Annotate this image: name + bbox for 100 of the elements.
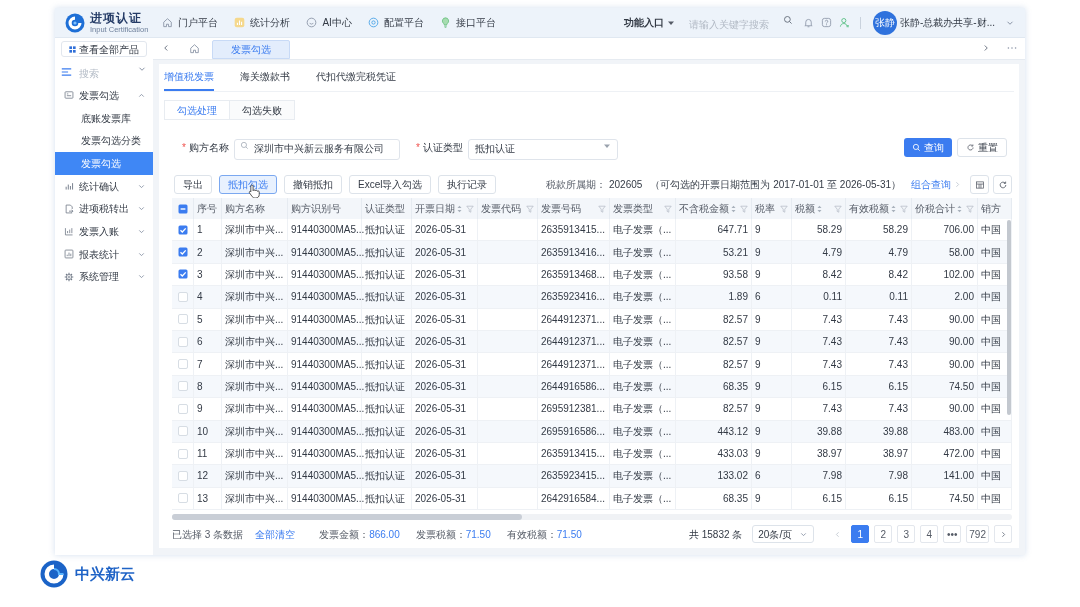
total-value: 866.00 xyxy=(369,527,400,542)
sidebar-subitem[interactable]: 发票勾选分类 xyxy=(55,129,153,153)
next-page-button[interactable] xyxy=(994,525,1012,544)
user-icon[interactable] xyxy=(839,17,850,28)
table-cell-text: 91440300MA5... xyxy=(291,312,365,327)
vertical-scrollbar[interactable] xyxy=(1007,220,1011,415)
sidebar-item[interactable]: 报表统计 xyxy=(55,242,153,266)
row-checkbox[interactable] xyxy=(177,359,188,370)
row-checkbox[interactable] xyxy=(177,224,188,235)
home-icon[interactable] xyxy=(189,43,200,54)
refresh-button[interactable] xyxy=(993,175,1012,194)
page-tab[interactable]: 发票勾选 xyxy=(212,40,290,59)
row-checkbox[interactable] xyxy=(177,291,188,302)
table-cell-text: 141.00 xyxy=(943,469,974,484)
page-button[interactable]: 1 xyxy=(851,525,870,544)
table-cell-text: 2026-05-31 xyxy=(415,447,467,462)
row-checkbox[interactable] xyxy=(177,471,188,481)
page-size-select[interactable]: 20条/页 xyxy=(752,525,815,544)
page-button[interactable]: 3 xyxy=(897,525,916,544)
sort-icon[interactable] xyxy=(957,204,962,213)
filter-icon[interactable] xyxy=(664,204,672,213)
column-header: 税额 xyxy=(795,202,815,216)
period-label: 税款所属期： xyxy=(546,178,606,192)
nav-item[interactable]: 门户平台 xyxy=(162,15,219,30)
dropdown-field[interactable]: 抵扣认证 xyxy=(468,138,618,160)
toolbar-button[interactable]: 执行记录 xyxy=(438,175,497,194)
reset-button[interactable]: 重置 xyxy=(957,138,1007,157)
nav-item[interactable]: 统计分析 xyxy=(234,15,291,30)
sidebar-item[interactable]: 发票入账 xyxy=(55,220,153,243)
all-products-button[interactable]: 查看全部产品 xyxy=(61,41,147,57)
row-checkbox[interactable] xyxy=(177,448,188,459)
nav-item[interactable]: 接口平台 xyxy=(439,15,496,30)
table-cell-text: 7 xyxy=(197,357,203,372)
category-tab[interactable]: 增值税发票 xyxy=(164,69,214,91)
search-icon[interactable] xyxy=(783,14,793,25)
toolbar-button[interactable]: 撤销抵扣 xyxy=(284,175,342,194)
toolbar-button[interactable]: 导出 xyxy=(174,175,212,194)
filter-icon[interactable] xyxy=(466,204,474,213)
sort-icon[interactable] xyxy=(817,204,822,213)
row-checkbox[interactable] xyxy=(177,426,188,437)
filter-icon[interactable] xyxy=(598,204,606,213)
table-cell-text: 7.43 xyxy=(888,312,908,327)
query-button[interactable]: 查询 xyxy=(904,138,952,157)
filter-icon[interactable] xyxy=(780,204,788,213)
combo-query-link[interactable]: 组合查询 xyxy=(911,177,962,192)
horizontal-scrollbar[interactable] xyxy=(172,514,522,521)
sub-tab[interactable]: 勾选处理 xyxy=(164,100,230,120)
sort-icon[interactable] xyxy=(731,204,736,213)
page-button[interactable]: 4 xyxy=(920,525,939,544)
column-settings-button[interactable] xyxy=(970,175,989,194)
filter-icon[interactable] xyxy=(900,204,908,213)
row-checkbox[interactable] xyxy=(177,247,188,258)
table-cell-text: 6.15 xyxy=(822,379,842,394)
select-all-checkbox[interactable] xyxy=(177,203,188,214)
input-field[interactable]: 深圳市中兴新云服务有限公司 xyxy=(234,138,400,160)
row-checkbox[interactable] xyxy=(177,381,188,392)
table-cell-text: 中国 xyxy=(981,447,1001,462)
table-cell-text: 2026-05-31 xyxy=(415,402,467,417)
row-checkbox[interactable] xyxy=(177,336,188,347)
filter-icon[interactable] xyxy=(526,204,534,213)
bell-icon[interactable] xyxy=(803,17,814,28)
filter-icon[interactable] xyxy=(966,204,974,213)
feature-entry-dropdown[interactable]: 功能入口 xyxy=(624,15,675,30)
row-checkbox[interactable] xyxy=(177,314,188,325)
table-cell-text: 58.29 xyxy=(882,223,908,238)
row-checkbox[interactable] xyxy=(177,269,188,280)
page-button[interactable]: 2 xyxy=(874,525,893,544)
row-checkbox[interactable] xyxy=(177,493,188,504)
row-checkbox[interactable] xyxy=(177,403,188,414)
filter-icon[interactable] xyxy=(740,204,748,213)
sidebar-item[interactable]: 进项税转出 xyxy=(55,197,153,221)
sidebar-subitem[interactable]: 底账发票库 xyxy=(55,106,153,130)
page-button[interactable]: 792 xyxy=(966,525,989,544)
nav-item[interactable]: 配置平台 xyxy=(367,15,424,30)
menu-icon[interactable] xyxy=(61,67,72,77)
sidebar-search-field[interactable]: 搜索 xyxy=(77,64,147,83)
sidebar-item[interactable]: 统计确认 xyxy=(55,174,153,198)
more-icon[interactable] xyxy=(1007,46,1017,50)
category-tab[interactable]: 代扣代缴完税凭证 xyxy=(316,69,396,91)
filter-icon[interactable] xyxy=(834,204,842,213)
table-cell-text: 7.43 xyxy=(822,402,842,417)
sidebar-item[interactable]: 系统管理 xyxy=(55,265,153,289)
nav-item[interactable]: AI中心 xyxy=(306,15,352,30)
period-note: （可勾选的开票日期范围为 2017-01-01 至 2026-05-31） xyxy=(650,178,901,192)
sort-icon[interactable] xyxy=(457,204,462,213)
table-cell-text: 2635923416... xyxy=(541,290,605,305)
clear-all-link[interactable]: 全部清空 xyxy=(255,526,296,542)
required-mark: * xyxy=(182,141,186,155)
required-mark: * xyxy=(416,141,420,155)
category-tab[interactable]: 海关缴款书 xyxy=(240,69,290,91)
table-cell-text: 6.15 xyxy=(888,491,908,506)
sub-tab[interactable]: 勾选失败 xyxy=(229,100,295,120)
table-cell-text: 7.98 xyxy=(888,469,908,484)
help-icon[interactable] xyxy=(821,17,832,28)
page-button[interactable]: ••• xyxy=(943,525,962,544)
table-cell-text: 电子发票（... xyxy=(613,290,672,305)
sidebar-item[interactable]: 发票勾选 xyxy=(55,84,153,107)
sort-icon[interactable] xyxy=(891,204,896,213)
sidebar-subitem[interactable]: 发票勾选 xyxy=(55,152,153,175)
toolbar-button[interactable]: Excel导入勾选 xyxy=(349,175,432,194)
